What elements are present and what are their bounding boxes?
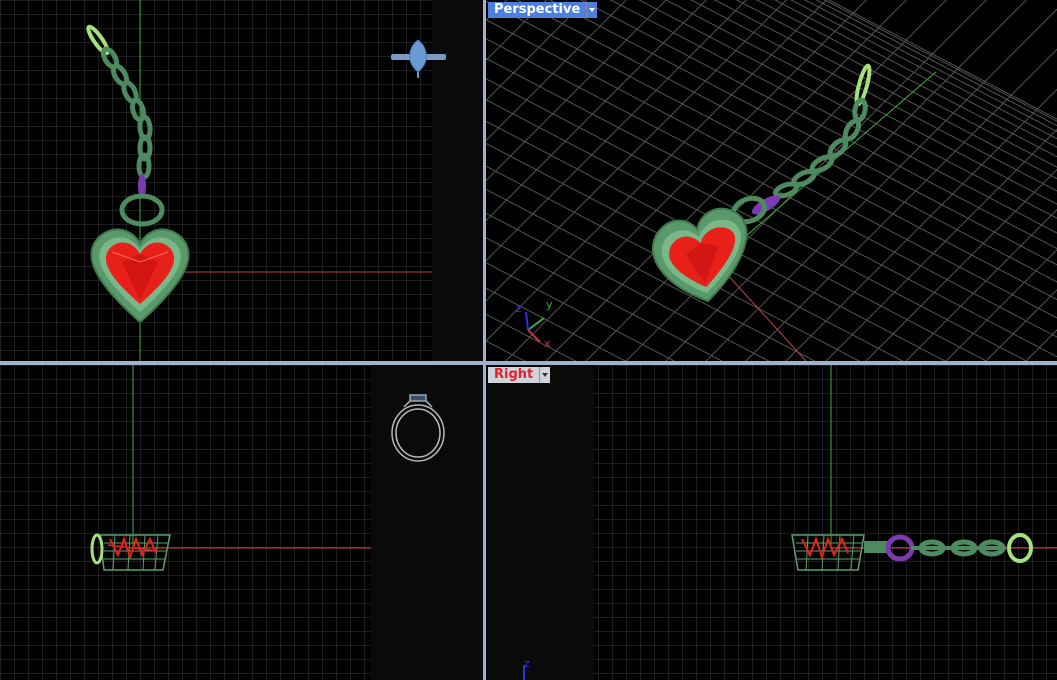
grid-line [548,0,1057,266]
grid-line [486,340,526,361]
grid-line [486,262,676,361]
grid-extent-edge [486,365,594,680]
viewport-top-scene [0,0,483,361]
grid-line [486,165,861,361]
grid-line [486,142,904,361]
axis-gizmo: y x z [516,298,553,350]
gizmo-y-label: y [546,298,553,311]
gizmo-x-label: x [544,337,551,350]
grid-line [585,0,947,361]
construction-grid [0,0,432,361]
grid-line [486,313,577,361]
grid-line [505,0,867,361]
grid-line [625,0,987,361]
grid-extent-edge [371,365,483,680]
rhino-viewport-layout: y x z Perspective z Right [0,0,1057,680]
viewport-front[interactable] [0,365,483,680]
construction-grid [594,365,1057,680]
gizmo-z-label: z [516,302,522,315]
chevron-down-icon[interactable] [539,367,551,383]
grid-line [486,0,667,182]
grid-line [486,19,1057,319]
grid-line [486,0,627,142]
viewport-right[interactable]: z Right [486,365,1057,680]
perspective-grid [486,0,1057,361]
viewport-perspective[interactable]: y x z Perspective [486,0,1057,361]
grid-line [985,289,1057,361]
chain [773,97,868,199]
viewport-right-scene: z [486,365,1057,680]
chevron-down-icon[interactable] [586,2,598,18]
viewport-label-perspective[interactable]: Perspective [488,2,598,18]
grid-line [516,0,1057,283]
grid-line [486,0,506,361]
construction-grid [0,365,371,680]
grid-line [664,0,1057,205]
viewport-perspective-scene: y x z [486,0,1057,361]
grid-line [815,0,1057,127]
gizmo-z-label: z [524,657,530,670]
viewport-top[interactable] [0,0,483,361]
grid-line [486,0,827,342]
grid-line [823,0,1057,122]
grid-line [825,128,1057,361]
grid-line [486,237,724,361]
grid-line [827,0,1057,120]
grid-line [486,0,707,222]
viewport-label-right[interactable]: Right [488,367,551,383]
viewport-front-scene [0,365,483,680]
viewport-title: Right [488,367,540,383]
grid-line [486,120,947,361]
grid-line [486,0,1057,301]
grid-line [486,287,627,361]
grid-line [690,0,1057,192]
viewport-title: Perspective [488,2,587,18]
